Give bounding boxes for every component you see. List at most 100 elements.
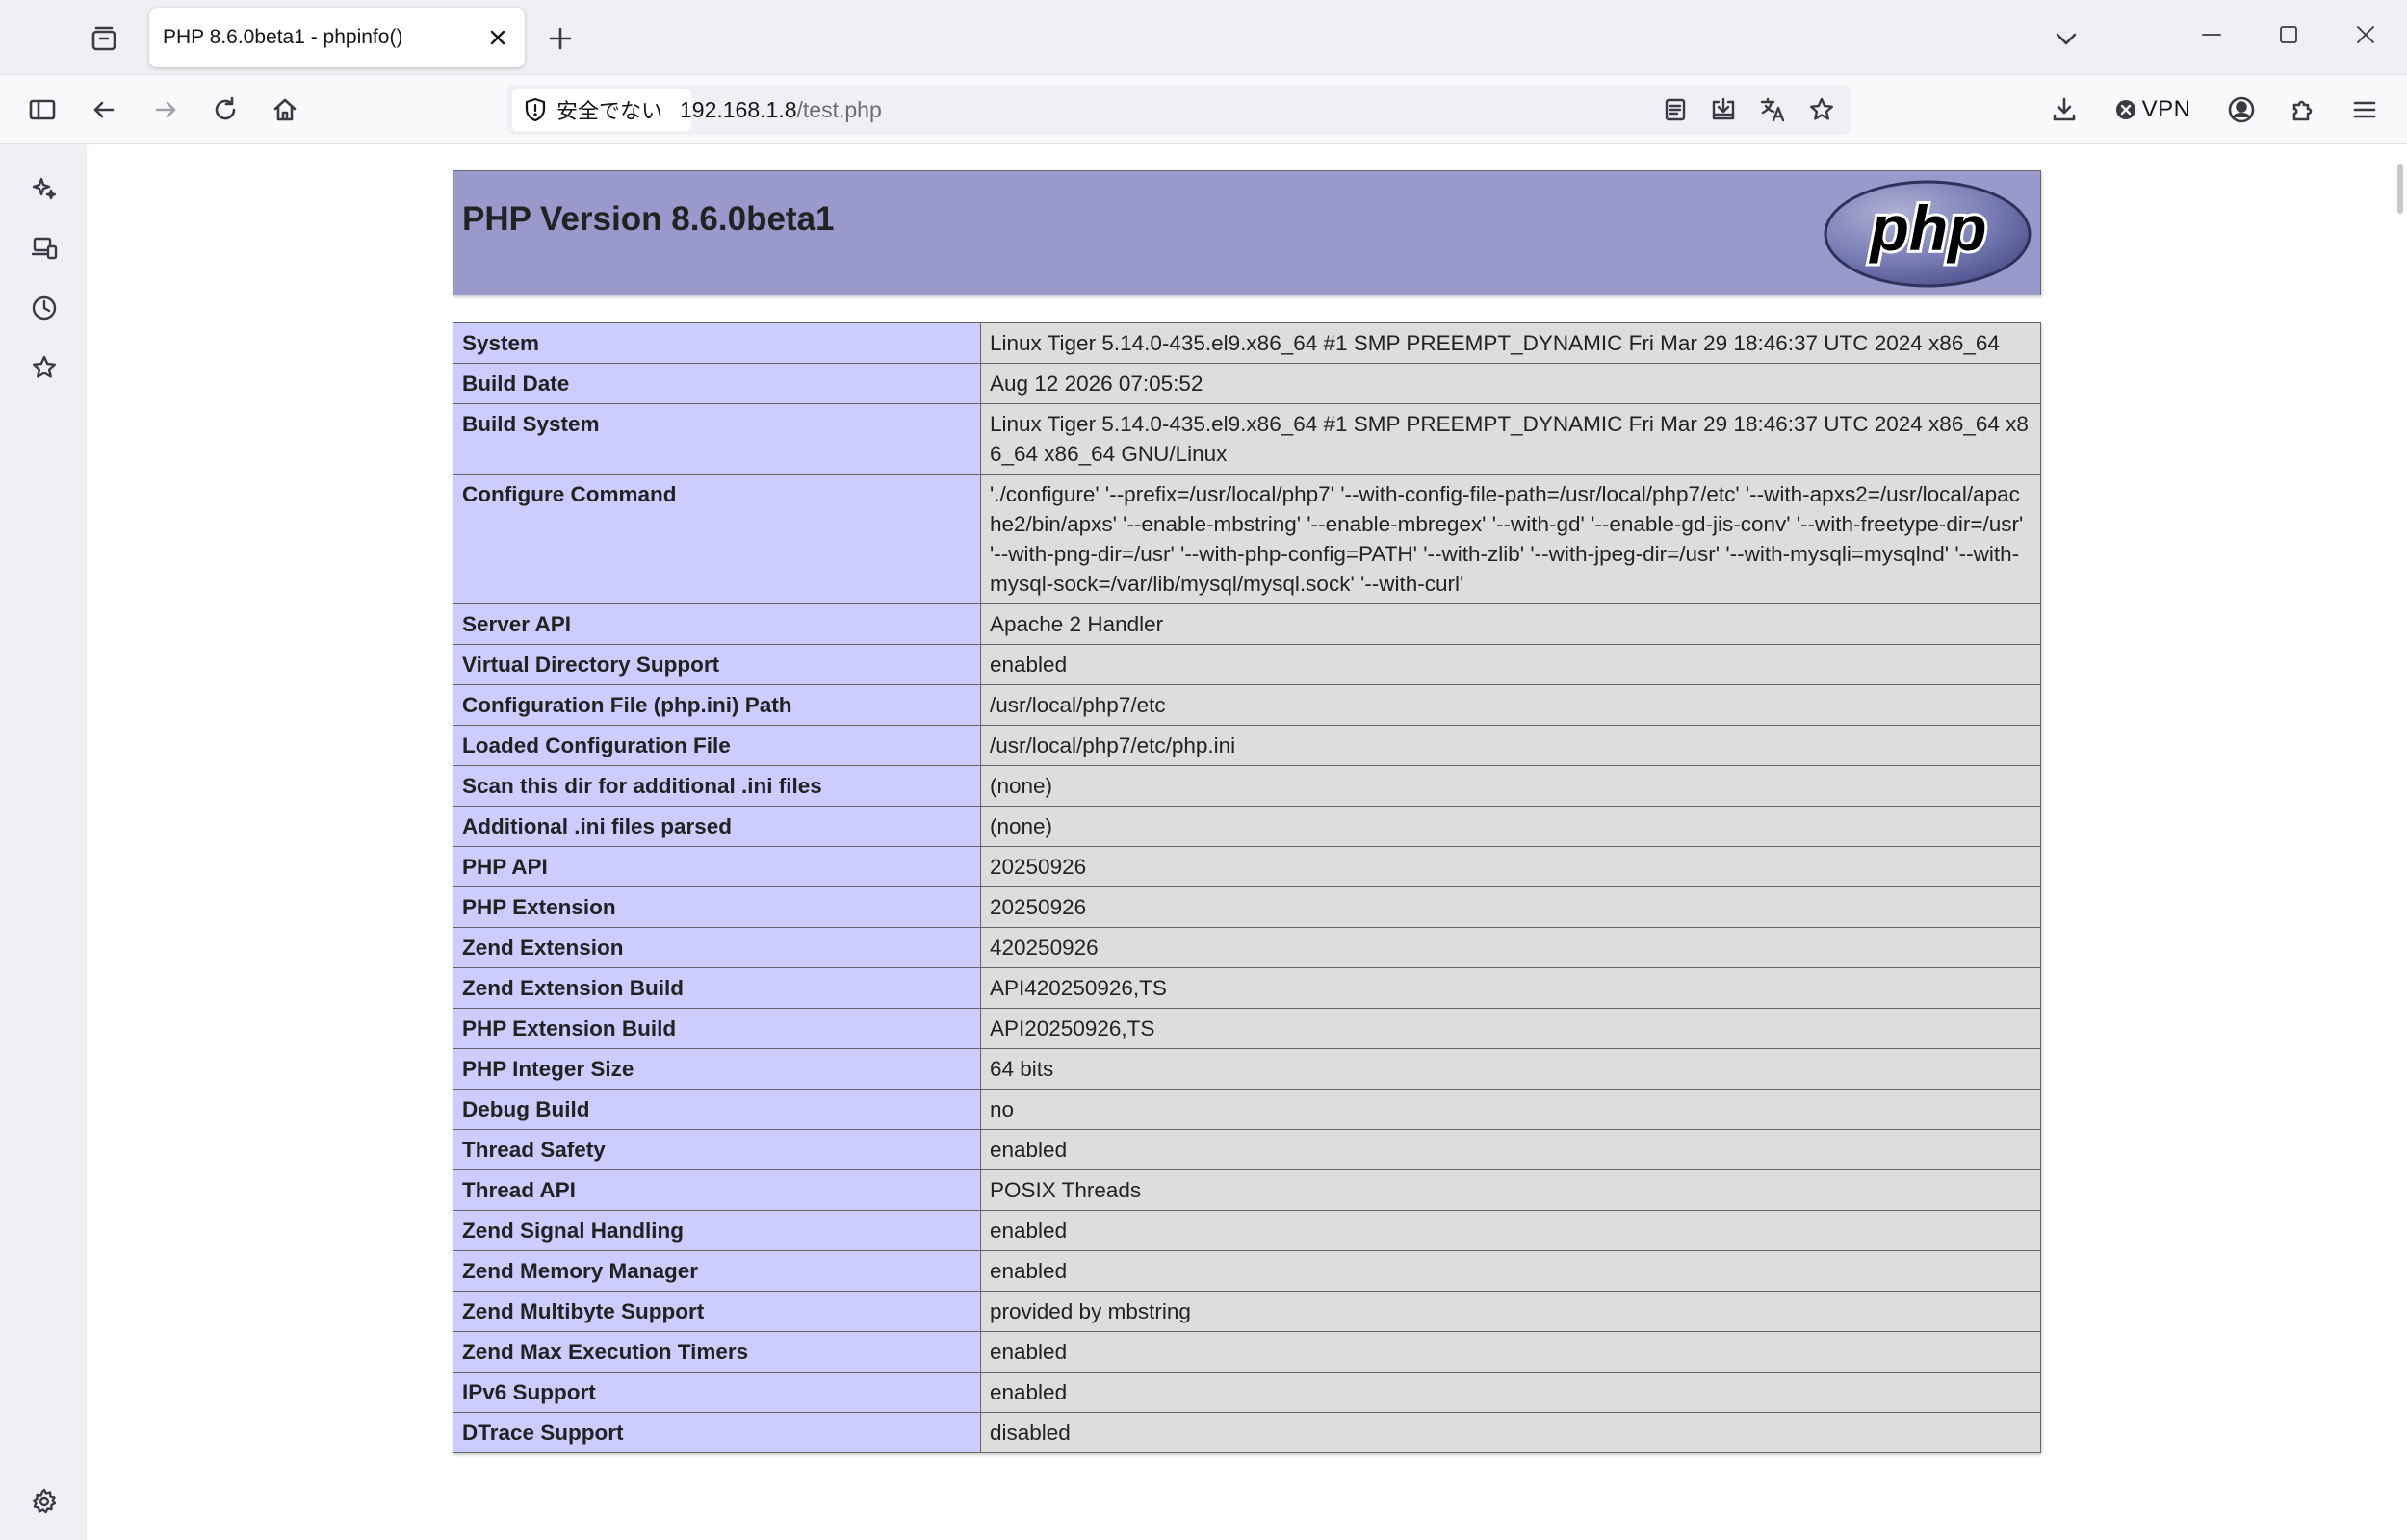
chevron-down-icon — [2056, 33, 2077, 45]
row-value: enabled — [980, 1250, 2041, 1292]
row-value: provided by mbstring — [980, 1291, 2041, 1332]
sidebar-toggle-button[interactable] — [19, 87, 65, 133]
row-label: PHP API — [453, 846, 981, 887]
downloads-button[interactable] — [2041, 87, 2087, 133]
back-button[interactable] — [81, 87, 127, 133]
table-row: PHP Extension Build API20250926,TS — [453, 1008, 2041, 1049]
row-label: Thread Safety — [453, 1129, 981, 1170]
row-label: Zend Extension — [453, 927, 981, 968]
row-label: Build System — [453, 403, 981, 475]
reader-view-icon — [1665, 98, 1686, 121]
tab-strip: PHP 8.6.0beta1 - phpinfo() — [0, 0, 2407, 75]
table-row: Zend Multibyte Support provided by mbstri… — [453, 1291, 2041, 1332]
sidebar-settings-button[interactable] — [21, 1478, 67, 1525]
close-icon — [490, 30, 505, 45]
row-value: POSIX Threads — [980, 1169, 2041, 1211]
sidebar-bookmarks-button[interactable] — [21, 345, 67, 391]
table-row: Build Date Aug 12 2026 07:05:52 — [453, 363, 2041, 404]
url-bar[interactable]: 安全でない 192.168.1.8/test.php — [506, 85, 1851, 135]
page-content[interactable]: PHP Version 8.6.0beta1 php php System Lin… — [87, 144, 2407, 1540]
reader-view-button[interactable] — [1654, 89, 1696, 131]
reload-icon — [215, 96, 236, 120]
row-value: (none) — [980, 765, 2041, 807]
site-security-button[interactable]: 安全でない — [512, 89, 691, 131]
row-label: Virtual Directory Support — [453, 644, 981, 685]
bookmark-button[interactable] — [1800, 89, 1843, 131]
table-row: Debug Build no — [453, 1089, 2041, 1130]
download-icon — [2053, 97, 2076, 121]
sidebar-synced-tabs-button[interactable] — [21, 225, 67, 271]
row-label: Zend Multibyte Support — [453, 1291, 981, 1332]
url-path: /test.php — [796, 96, 882, 122]
row-label: Server API — [453, 603, 981, 645]
table-row: Configure Command './configure' '--prefix… — [453, 474, 2041, 604]
row-label: PHP Extension — [453, 886, 981, 928]
close-icon — [2357, 26, 2374, 43]
navigation-toolbar: 安全でない 192.168.1.8/test.php VPN — [0, 75, 2407, 144]
forward-button[interactable] — [142, 87, 189, 133]
home-button[interactable] — [262, 87, 308, 133]
table-row: PHP API 20250926 — [453, 846, 2041, 887]
table-row: Virtual Directory Support enabled — [453, 644, 2041, 685]
app-menu-button[interactable] — [2342, 87, 2388, 133]
list-all-tabs-button[interactable] — [2045, 17, 2087, 60]
row-value: API20250926,TS — [980, 1008, 2041, 1049]
row-value: /usr/local/php7/etc — [980, 684, 2041, 726]
home-icon — [273, 98, 297, 121]
extensions-button[interactable] — [2280, 87, 2326, 133]
tab-overview-icon — [91, 26, 116, 51]
history-icon — [32, 295, 57, 321]
row-value: 64 bits — [980, 1048, 2041, 1090]
window-maximize-button[interactable] — [2265, 13, 2313, 56]
row-label: Zend Signal Handling — [453, 1210, 981, 1251]
synced-tabs-icon — [31, 237, 58, 260]
translate-button[interactable] — [1752, 89, 1795, 131]
table-row: Server API Apache 2 Handler — [453, 603, 2041, 645]
table-row: Configuration File (php.ini) Path/usr/lo… — [453, 684, 2041, 726]
table-row: Loaded Configuration File/usr/local/php7… — [453, 725, 2041, 766]
tab-close-button[interactable] — [480, 20, 515, 55]
row-value: enabled — [980, 644, 2041, 685]
table-row: PHP Extension 20250926 — [453, 886, 2041, 928]
window-minimize-button[interactable] — [2187, 13, 2236, 56]
tab-overview-button[interactable] — [83, 17, 125, 60]
row-value: enabled — [980, 1372, 2041, 1413]
save-page-button[interactable] — [1702, 89, 1745, 131]
row-value: /usr/local/php7/etc/php.ini — [980, 725, 2041, 766]
bookmarks-icon — [33, 355, 56, 378]
php-logo[interactable]: php php — [1823, 179, 2032, 289]
account-button[interactable] — [2218, 87, 2265, 133]
window-close-button[interactable] — [2342, 13, 2390, 56]
table-row: PHP Integer Size 64 bits — [453, 1048, 2041, 1090]
sidebar-ai-chatbot-button[interactable] — [21, 166, 67, 212]
table-row: Zend Signal Handling enabled — [453, 1210, 2041, 1251]
table-row: Additional .ini files parsed (none) — [453, 806, 2041, 847]
phpinfo-table: System Linux Tiger 5.14.0-435.el9.x86_64 … — [453, 322, 2041, 1453]
plus-icon — [549, 27, 572, 50]
security-label: 安全でない — [556, 99, 663, 123]
tab-active[interactable]: PHP 8.6.0beta1 - phpinfo() — [149, 8, 525, 67]
table-row: Build System Linux Tiger 5.14.0-435.el9.x… — [453, 403, 2041, 475]
url-text[interactable]: 192.168.1.8/test.php — [680, 85, 882, 135]
row-label: Configuration File (php.ini) Path — [453, 684, 981, 726]
row-value: no — [980, 1089, 2041, 1130]
row-label: Scan this dir for additional .ini files — [453, 765, 981, 807]
row-value: Aug 12 2026 07:05:52 — [980, 363, 2041, 404]
table-row: System Linux Tiger 5.14.0-435.el9.x86_64 … — [453, 322, 2041, 364]
row-label: Debug Build — [453, 1089, 981, 1130]
row-label: Additional .ini files parsed — [453, 806, 981, 847]
new-tab-button[interactable] — [539, 17, 582, 60]
row-label: Thread API — [453, 1169, 981, 1211]
sidebar-history-button[interactable] — [21, 285, 67, 331]
reload-button[interactable] — [202, 87, 248, 133]
warning-shield-icon — [525, 97, 546, 122]
scrollbar-thumb[interactable] — [2397, 164, 2403, 214]
vpn-button[interactable]: VPN — [2107, 87, 2199, 133]
minimize-icon — [2202, 34, 2221, 36]
row-value: 20250926 — [980, 846, 2041, 887]
table-row: Zend Memory Manager enabled — [453, 1250, 2041, 1292]
row-value: enabled — [980, 1210, 2041, 1251]
star-icon — [1810, 97, 1833, 120]
row-label: System — [453, 322, 981, 364]
forward-arrow-icon — [155, 101, 176, 118]
